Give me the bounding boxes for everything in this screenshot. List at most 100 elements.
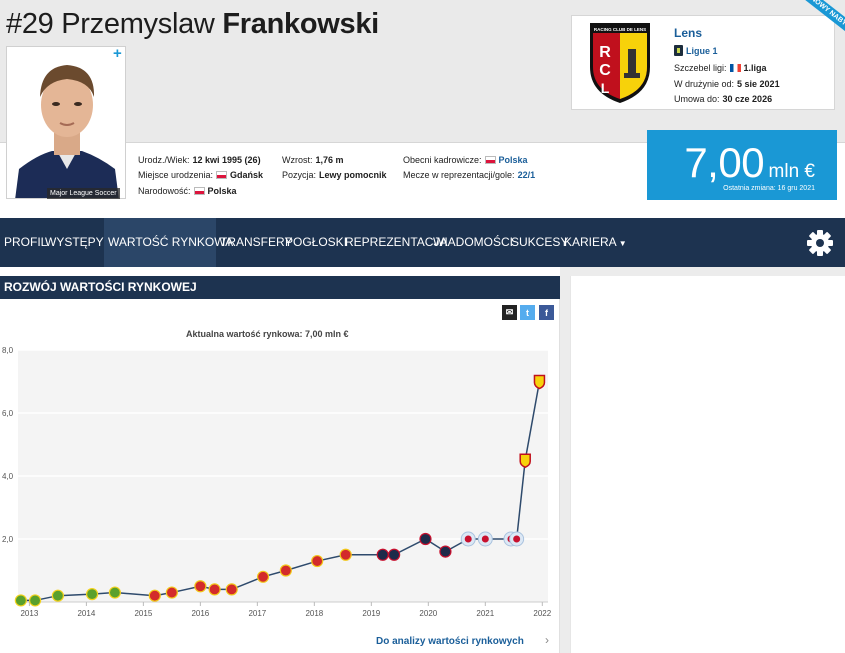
- nationality-value: Polska: [207, 186, 237, 196]
- data-point: [311, 554, 324, 568]
- market-value-unit: mln €: [768, 161, 815, 182]
- x-tick-label: 2022: [533, 609, 551, 618]
- joined-value: 5 sie 2021: [737, 79, 780, 89]
- crest-top-text: RACING CLUB DE LENS: [594, 27, 646, 32]
- birth-info: Urodz./Wiek: 12 kwi 1995 (26): [138, 155, 261, 165]
- nav-label: KARIERA: [564, 235, 617, 249]
- data-point: [165, 586, 178, 599]
- data-point: [148, 589, 161, 602]
- x-tick-label: 2015: [134, 609, 152, 618]
- tier-value: 1.liga: [743, 63, 767, 73]
- caps-info: Mecze w reprezentacji/gole: 22/1: [403, 170, 535, 180]
- data-point-crest: [481, 535, 489, 543]
- market-analysis-link[interactable]: Do analizy wartości rynkowych: [376, 636, 524, 647]
- nav-kariera[interactable]: KARIERA ▼: [560, 218, 631, 267]
- club-contract: Umowa do: 30 cze 2026: [674, 94, 772, 104]
- twitter-icon[interactable]: t: [520, 305, 535, 320]
- data-point: [194, 580, 207, 593]
- market-value-chart[interactable]: 8,0 6,0 4,0 2,0 2013 2014 2015 2016 2017 2018 201…: [0, 340, 558, 625]
- birth-label: Urodz./Wiek:: [138, 155, 190, 165]
- facebook-icon[interactable]: f: [539, 305, 554, 320]
- data-point: [14, 594, 27, 607]
- data-point: [533, 374, 546, 390]
- x-tick-label: 2019: [362, 609, 380, 618]
- height-info: Wzrost: 1,76 m: [282, 155, 344, 165]
- caps-label: Mecze w reprezentacji/gole:: [403, 170, 515, 180]
- national-team-label: Obecni kadrowicze:: [403, 155, 482, 165]
- svg-text:R: R: [599, 44, 611, 61]
- data-point-crest: [513, 535, 521, 543]
- player-portrait: [7, 47, 125, 198]
- svg-text:L: L: [601, 80, 610, 96]
- market-value: 7,00 mln €: [684, 139, 815, 187]
- poland-flag-icon: [216, 171, 228, 179]
- x-tick-label: 2017: [248, 609, 266, 618]
- data-point: [256, 570, 270, 583]
- caret-down-icon: ▼: [618, 239, 627, 248]
- x-tick-label: 2016: [191, 609, 209, 618]
- position-label: Pozycja:: [282, 170, 317, 180]
- data-point: [339, 548, 352, 561]
- joined-label: W drużynie od:: [674, 79, 735, 89]
- club-crest-icon[interactable]: RACING CLUB DE LENS R C L: [588, 21, 652, 105]
- player-first-name: Przemyslaw: [61, 8, 215, 40]
- contract-label: Umowa do:: [674, 94, 720, 104]
- height-value: 1,76 m: [315, 155, 344, 165]
- caps-link[interactable]: 22/1: [518, 170, 536, 180]
- contract-value: 30 cze 2026: [722, 94, 773, 104]
- x-tick-label: 2013: [20, 609, 38, 618]
- section-title: ROZWÓJ WARTOŚCI RYNKOWEJ: [0, 276, 560, 299]
- market-value-updated: Ostatnia zmiana: 16 gru 2021: [723, 185, 815, 192]
- player-last-name: Frankowski: [222, 8, 379, 40]
- data-point: [51, 589, 64, 602]
- x-tick-label: 2021: [476, 609, 494, 618]
- add-photo-icon[interactable]: +: [113, 45, 122, 62]
- y-axis-ticks: 8,0 6,0 4,0 2,0: [2, 346, 14, 544]
- y-tick-label: 6,0: [2, 409, 14, 418]
- sidebar-panel: [570, 276, 845, 653]
- y-tick-label: 2,0: [2, 535, 14, 544]
- data-point: [419, 532, 432, 546]
- data-point: [279, 564, 292, 577]
- new-signing-ribbon: NOWY NABYTEK: [790, 0, 845, 40]
- national-team-link[interactable]: Polska: [499, 155, 528, 165]
- nav-label: WIADOMOŚCI: [433, 235, 513, 249]
- gear-icon[interactable]: [806, 229, 834, 257]
- club-tier: Szczebel ligi: 1.liga: [674, 63, 767, 73]
- nav-wiadomosci[interactable]: WIADOMOŚCI: [429, 218, 517, 267]
- data-point: [28, 594, 42, 607]
- position-value: Lewy pomocnik: [319, 170, 387, 180]
- data-point: [388, 548, 401, 561]
- y-tick-label: 8,0: [2, 346, 14, 355]
- x-tick-label: 2014: [77, 609, 95, 618]
- club-joined: W drużynie od: 5 sie 2021: [674, 79, 780, 89]
- main-nav: PROFIL WYSTĘPY▼ WARTOŚĆ RYNKOWA TRANSFER…: [0, 218, 845, 267]
- x-tick-label: 2020: [419, 609, 437, 618]
- data-point: [376, 548, 389, 561]
- poland-flag-icon: [193, 187, 205, 195]
- data-point: [439, 545, 452, 558]
- market-value-box[interactable]: 7,00 mln € Ostatnia zmiana: 16 gru 2021: [647, 130, 837, 200]
- chevron-right-icon[interactable]: ›: [545, 633, 549, 647]
- nationality-label: Narodowość:: [138, 186, 191, 196]
- photo-caption: Major League Soccer: [47, 188, 120, 199]
- data-point: [85, 588, 99, 601]
- club-name[interactable]: Lens: [674, 26, 702, 40]
- market-value-amount: 7,00: [684, 139, 765, 186]
- nav-wartosc-rynkowa[interactable]: WARTOŚĆ RYNKOWA: [104, 218, 233, 267]
- height-label: Wzrost:: [282, 155, 313, 165]
- data-point: [208, 583, 221, 596]
- birth-value: 12 kwi 1995 (26): [192, 155, 261, 165]
- nav-label: POGŁOSKI: [285, 235, 348, 249]
- y-tick-label: 4,0: [2, 472, 14, 481]
- birthplace-info: Miejsce urodzenia: Gdańsk: [138, 170, 263, 180]
- shirt-number: #29: [6, 8, 54, 40]
- x-tick-label: 2018: [305, 609, 323, 618]
- data-point: [108, 586, 121, 599]
- birthplace-value: Gdańsk: [230, 170, 264, 180]
- mail-icon[interactable]: ✉: [502, 305, 517, 320]
- player-photo[interactable]: [6, 46, 126, 199]
- data-point-crest: [464, 535, 472, 543]
- nav-label: WARTOŚĆ RYNKOWA: [108, 235, 234, 249]
- club-league[interactable]: Ligue 1: [674, 45, 718, 56]
